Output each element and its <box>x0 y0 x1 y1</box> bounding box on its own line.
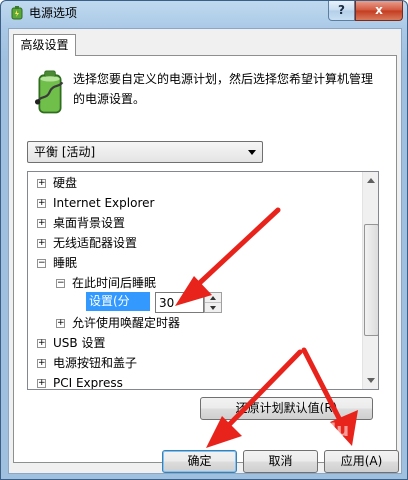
tree-item-label: USB 设置 <box>53 336 106 350</box>
expand-icon[interactable]: + <box>37 219 46 228</box>
plan-description: 选择您要自定义的电源计划，然后选择您希望计算机管理的电源设置。 <box>73 72 374 106</box>
apply-button[interactable]: 应用(A) <box>324 450 399 473</box>
stepper-up-icon[interactable] <box>205 293 221 303</box>
tree-item-label: PCI Express <box>53 376 123 390</box>
battery-power-icon <box>34 70 64 114</box>
power-plan-select[interactable]: 平衡 [活动] <box>27 141 263 163</box>
title-bar[interactable]: 电源选项 ? x <box>1 1 407 25</box>
sleep-minutes-input[interactable] <box>155 292 204 313</box>
close-button[interactable]: x <box>355 1 403 21</box>
help-button[interactable]: ? <box>328 1 355 21</box>
tree-item-label: Internet Explorer <box>53 196 155 210</box>
tree-item-label: 电源按钮和盖子 <box>53 356 138 370</box>
window-title: 电源选项 <box>29 6 78 20</box>
stepper-down-icon[interactable] <box>205 303 221 313</box>
tab-advanced-settings[interactable]: 高级设置 <box>13 34 76 56</box>
sleep-minutes-stepper[interactable] <box>204 292 222 313</box>
watermark-text: Bai du <box>285 420 350 441</box>
expand-icon[interactable]: + <box>37 199 46 208</box>
collapse-icon[interactable]: − <box>56 279 65 288</box>
tree-item-label: 桌面背景设置 <box>53 216 126 230</box>
restore-defaults-button[interactable]: 还原计划默认值(R) <box>200 397 373 420</box>
cancel-button[interactable]: 取消 <box>243 450 318 473</box>
scrollbar-thumb[interactable] <box>364 224 378 336</box>
power-settings-tree[interactable]: + 硬盘 + Internet Explorer + 桌面背景设置 + 无线适配… <box>27 171 379 390</box>
expand-icon[interactable]: + <box>37 339 46 348</box>
tree-item-label: 允许使用唤醒定时器 <box>72 316 181 330</box>
collapse-icon[interactable]: − <box>37 259 46 268</box>
tree-item-label: 硬盘 <box>53 176 78 190</box>
expand-icon[interactable]: + <box>37 379 46 388</box>
tree-item-label: 无线适配器设置 <box>53 236 138 250</box>
expand-icon[interactable]: + <box>37 359 46 368</box>
expand-icon[interactable]: + <box>56 319 65 328</box>
tree-item-label: 睡眠 <box>53 256 78 270</box>
expand-icon[interactable]: + <box>37 239 46 248</box>
chevron-down-icon[interactable] <box>248 150 256 155</box>
scroll-down-icon[interactable] <box>363 372 378 389</box>
ok-button[interactable]: 确定 <box>162 450 237 473</box>
expand-icon[interactable]: + <box>37 179 46 188</box>
sleep-minutes-label: 设置(分钟): <box>86 292 150 327</box>
tree-item-label: 在此时间后睡眠 <box>72 276 157 290</box>
tree-scrollbar[interactable] <box>362 172 378 389</box>
power-options-icon <box>11 6 23 20</box>
power-plan-select-value: 平衡 [活动] <box>34 145 96 159</box>
scroll-up-icon[interactable] <box>363 172 378 189</box>
